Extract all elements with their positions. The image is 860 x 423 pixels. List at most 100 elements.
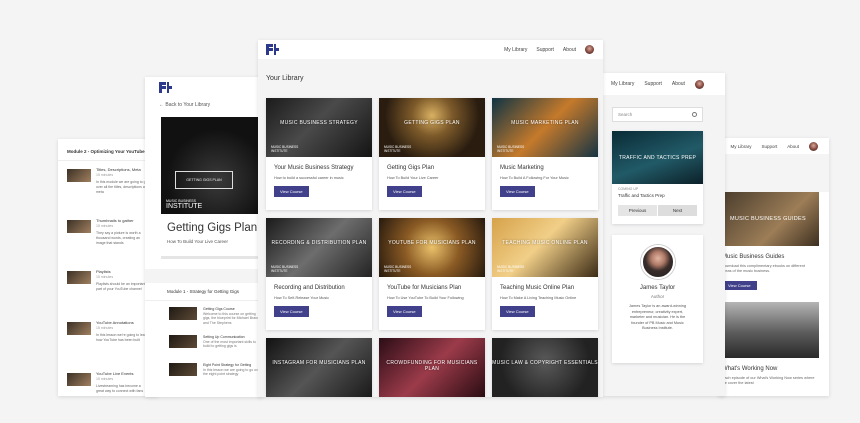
guides-card-desc: Download this complimentary ebooks on di… bbox=[722, 264, 805, 273]
lesson-row[interactable]: Titles, Descriptions, Meta 15 minutes In… bbox=[58, 161, 158, 212]
view-course-button[interactable]: View Course bbox=[387, 186, 422, 197]
pager: Previous Next bbox=[618, 205, 697, 216]
previous-button[interactable]: Previous bbox=[618, 205, 657, 216]
lesson-row[interactable]: Thumbnails to gather 15 minutes They say… bbox=[58, 212, 158, 263]
brand-line-2: INSTITUTE bbox=[271, 149, 288, 153]
lesson-desc: In this lesson we're going to learn how … bbox=[96, 333, 148, 342]
view-course-button[interactable]: View Course bbox=[722, 281, 757, 290]
coming-up-title: Traffic and Tactics Prep bbox=[618, 193, 665, 198]
search-icon[interactable] bbox=[692, 112, 697, 117]
lesson-text: YouTube Annotations 15 minutes In this l… bbox=[96, 320, 149, 359]
nav-support[interactable]: Support bbox=[761, 144, 777, 149]
course-card[interactable]: MUSIC BUSINESS STRATEGY MUSIC BUSINESS IN… bbox=[266, 98, 372, 210]
main-nav-links: My Library Support About bbox=[504, 45, 603, 54]
course-separator bbox=[145, 269, 263, 283]
course-card[interactable]: TEACHING MUSIC ONLINE PLAN MUSIC BUSINES… bbox=[492, 218, 598, 330]
course-card-desc: How To Self-Release Your Music bbox=[274, 296, 330, 300]
brand-line-2: INSTITUTE bbox=[497, 269, 514, 273]
course-card-title: Recording and Distribution bbox=[274, 285, 345, 291]
module-header: Module 2 - Optimizing Your YouTube bbox=[58, 139, 158, 161]
lesson-meta: 15 minutes bbox=[96, 224, 114, 228]
course-card-desc: How To Use YouTube To Build Your Followi… bbox=[387, 296, 464, 300]
far-right-panel: My Library Support About MUSIC BUSINESS … bbox=[718, 138, 829, 396]
lesson-row[interactable]: Getting Gigs Course Welcome to this cour… bbox=[145, 301, 263, 329]
lesson-title: Thumbnails to gather bbox=[96, 218, 134, 223]
course-card-image: MUSIC LAW & COPYRIGHT ESSENTIALS bbox=[492, 338, 598, 397]
view-course-button[interactable]: View Course bbox=[387, 306, 422, 317]
course-card-image: MUSIC BUSINESS STRATEGY MUSIC BUSINESS IN… bbox=[266, 98, 372, 157]
lesson-thumbnail bbox=[169, 363, 197, 376]
course-subtitle: How To Build Your Live Career bbox=[167, 239, 228, 244]
back-to-library-link[interactable]: ← Back to Your Library bbox=[145, 93, 263, 117]
view-course-button[interactable]: View Course bbox=[274, 186, 309, 197]
course-card-title: Teaching Music Online Plan bbox=[500, 285, 575, 291]
course-card-brand: MUSIC BUSINESS INSTITUTE bbox=[384, 265, 411, 273]
lesson-thumbnail bbox=[169, 335, 197, 348]
course-topbar bbox=[145, 77, 263, 93]
course-card[interactable]: INSTAGRAM FOR MUSICIANS PLAN bbox=[266, 338, 372, 397]
view-course-button[interactable]: View Course bbox=[500, 306, 535, 317]
lesson-meta: 15 minutes bbox=[96, 377, 114, 381]
lesson-row[interactable]: YouTube Annotations 15 minutes In this l… bbox=[58, 314, 158, 365]
course-card-desc: How To Build Your Live Career bbox=[387, 176, 439, 180]
guides-card[interactable]: MUSIC BUSINESS GUIDES Music Business Gui… bbox=[722, 192, 819, 386]
nav-my-library[interactable]: My Library bbox=[504, 47, 527, 53]
side-nav: My Library Support About bbox=[603, 73, 725, 95]
course-card-image: RECORDING & DISTRIBUTION PLAN MUSIC BUSI… bbox=[266, 218, 372, 277]
course-card-brand: MUSIC BUSINESS INSTITUTE bbox=[271, 265, 298, 273]
logo-icon[interactable] bbox=[266, 44, 279, 55]
library-panel: My Library Support About Your Library MU… bbox=[258, 40, 603, 397]
lesson-desc: Playlists should be an important part of… bbox=[96, 282, 146, 291]
course-card-image-title: MUSIC MARKETING PLAN bbox=[511, 120, 579, 126]
search-input[interactable]: Search bbox=[612, 107, 703, 122]
course-card-image-title: MUSIC BUSINESS STRATEGY bbox=[280, 120, 358, 126]
lesson-desc: One of the most important skills to buil… bbox=[203, 339, 256, 349]
nav-about[interactable]: About bbox=[672, 81, 685, 87]
lesson-title: Playlists bbox=[96, 269, 111, 274]
course-card-brand: MUSIC BUSINESS INSTITUTE bbox=[384, 145, 411, 153]
avatar[interactable] bbox=[585, 45, 594, 54]
course-card-title: Music Marketing bbox=[500, 165, 544, 171]
author-photo bbox=[640, 245, 675, 279]
brand-line-2: INSTITUTE bbox=[497, 149, 514, 153]
avatar[interactable] bbox=[809, 141, 818, 151]
lesson-meta: 15 minutes bbox=[96, 326, 114, 330]
course-card[interactable]: GETTING GIGS PLAN MUSIC BUSINESS INSTITUT… bbox=[379, 98, 485, 210]
nav-my-library[interactable]: My Library bbox=[611, 81, 634, 87]
course-card-brand: MUSIC BUSINESS INSTITUTE bbox=[497, 265, 524, 273]
lesson-meta: 15 minutes bbox=[96, 275, 114, 279]
lesson-row[interactable]: Eight Point Strategy for Getting In this… bbox=[145, 357, 263, 385]
course-card[interactable]: CROWDFUNDING FOR MUSICIANS PLAN bbox=[379, 338, 485, 397]
course-card-title: Your Music Business Strategy bbox=[274, 165, 354, 171]
lesson-row[interactable]: YouTube Live Events 15 minutes Livestrea… bbox=[58, 365, 158, 396]
nav-about[interactable]: About bbox=[563, 47, 576, 53]
nav-support[interactable]: Support bbox=[536, 47, 554, 53]
course-card[interactable]: MUSIC LAW & COPYRIGHT ESSENTIALS bbox=[492, 338, 598, 397]
nav-support[interactable]: Support bbox=[644, 81, 662, 87]
course-card[interactable]: MUSIC MARKETING PLAN MUSIC BUSINESS INSTI… bbox=[492, 98, 598, 210]
sidebar-panel: My Library Support About Search TRAFFIC … bbox=[603, 73, 725, 396]
lesson-thumbnail bbox=[67, 220, 91, 233]
course-card-brand: MUSIC BUSINESS INSTITUTE bbox=[497, 145, 524, 153]
course-card-image: YOUTUBE FOR MUSICIANS PLAN MUSIC BUSINES… bbox=[379, 218, 485, 277]
lesson-row[interactable]: Playlists 15 minutes Playlists should be… bbox=[58, 263, 158, 314]
course-card[interactable]: YOUTUBE FOR MUSICIANS PLAN MUSIC BUSINES… bbox=[379, 218, 485, 330]
course-card[interactable]: RECORDING & DISTRIBUTION PLAN MUSIC BUSI… bbox=[266, 218, 372, 330]
course-card-image-title: CROWDFUNDING FOR MUSICIANS PLAN bbox=[386, 360, 478, 372]
far-separator bbox=[718, 154, 829, 192]
course-progress-bar bbox=[161, 256, 263, 259]
whats-working-image bbox=[722, 302, 819, 358]
author-card: James Taylor Author James Taylor is an a… bbox=[612, 235, 703, 363]
view-course-button[interactable]: View Course bbox=[274, 306, 309, 317]
course-card-desc: How To Build A Following For Your Music bbox=[500, 176, 569, 180]
nav-about[interactable]: About bbox=[787, 144, 799, 149]
logo-icon[interactable] bbox=[159, 82, 172, 93]
nav-my-library[interactable]: My Library bbox=[730, 144, 751, 149]
avatar[interactable] bbox=[694, 79, 704, 89]
view-course-button[interactable]: View Course bbox=[500, 186, 535, 197]
next-button[interactable]: Next bbox=[658, 205, 697, 216]
module-panel: Module 2 - Optimizing Your YouTube Title… bbox=[58, 139, 158, 396]
author-name: James Taylor bbox=[639, 285, 676, 291]
lesson-row[interactable]: Setting Up Communication One of the most… bbox=[145, 329, 263, 357]
brand-line-2: INSTITUTE bbox=[384, 149, 401, 153]
